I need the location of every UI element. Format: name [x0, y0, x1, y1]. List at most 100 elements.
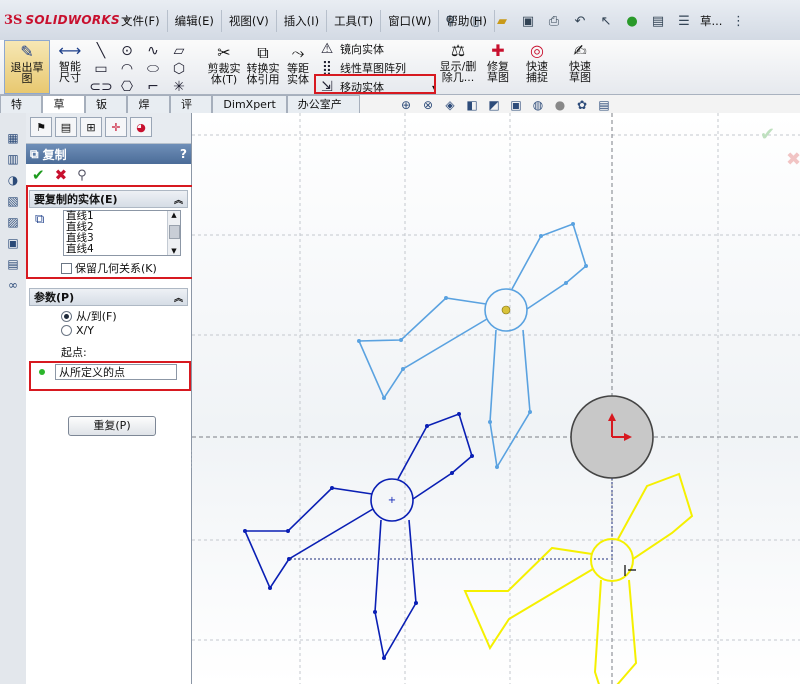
link-icon[interactable]: ∞	[4, 276, 22, 294]
sketch-icon[interactable]: ▦	[4, 129, 22, 147]
more-tools-icon[interactable]: ⋮	[728, 11, 748, 31]
fillet-icon[interactable]: ⌐	[144, 78, 162, 96]
polygon-hex-icon[interactable]: ⎔	[118, 78, 136, 96]
offset-entities-button[interactable]: ⤳ 等距实体	[283, 42, 313, 92]
mirror-entities-button[interactable]: ⚠ 镜向实体	[318, 40, 436, 58]
tab-dimxpert[interactable]: DimXpert	[212, 95, 287, 113]
exit-sketch-button[interactable]: ✎ 退出草图	[4, 40, 50, 94]
rebuild-traffic-light-icon[interactable]: ●	[622, 11, 642, 31]
feature-manager-tab-icon[interactable]: ⚑	[30, 117, 52, 137]
new-document-icon[interactable]: ▯	[466, 11, 486, 31]
sketch-overflow-label[interactable]: 草...	[700, 13, 722, 29]
tab-sketch[interactable]: 草图	[42, 95, 85, 126]
blade-lower	[489, 329, 531, 470]
display-delete-relations-button[interactable]: ⚖ 显示/删除几...	[438, 40, 478, 92]
xy-label: X/Y	[76, 324, 94, 337]
inference-lines	[290, 470, 613, 560]
file-properties-icon[interactable]: ▤	[648, 11, 668, 31]
copied-sketch-propeller[interactable]	[243, 412, 473, 661]
check-icon[interactable]: ✔	[32, 166, 45, 184]
polygon-icon[interactable]: ⬡	[170, 60, 188, 78]
rectangle-icon[interactable]: ▭	[92, 60, 110, 78]
relations-strip-icon[interactable]: ◑	[4, 171, 22, 189]
confirm-corner-close-icon[interactable]: ✖	[786, 149, 800, 170]
spline-icon[interactable]: ∿	[144, 42, 162, 60]
menu-bar: 文件(F) 编辑(E) 视图(V) 插入(I) 工具(T) 窗口(W) 帮助(H…	[114, 10, 496, 32]
original-sketch-propeller[interactable]	[357, 222, 587, 470]
select-arrow-icon[interactable]: ↖	[596, 11, 616, 31]
rapid-sketch-button[interactable]: ✍ 快速草图	[560, 40, 600, 92]
circle-icon[interactable]: ⊙	[118, 42, 136, 60]
selected-hub-point[interactable]	[501, 305, 511, 315]
tab-evaluate[interactable]: 评估	[169, 95, 213, 126]
line-icon[interactable]: ╲	[92, 42, 110, 60]
sketch-canvas[interactable]: + ✔ ✖	[192, 113, 800, 684]
sketch2-icon[interactable]: ▥	[4, 150, 22, 168]
save-strip-icon[interactable]: ▣	[4, 234, 22, 252]
help-icon[interactable]: ?	[180, 147, 187, 161]
pushpin-icon[interactable]: ⚲	[440, 11, 460, 31]
options-icon[interactable]: ☰	[674, 11, 694, 31]
menu-insert[interactable]: 插入(I)	[277, 10, 328, 32]
start-point-label: 起点:	[61, 346, 87, 359]
open-folder-icon[interactable]: ▰	[492, 11, 512, 31]
zoom-to-fit-icon[interactable]: ⊕	[398, 97, 414, 113]
menu-file[interactable]: 文件(F)	[114, 10, 168, 32]
collapse-icon[interactable]: ︽	[174, 291, 183, 304]
tab-sheet-metal[interactable]: 钣金	[84, 95, 128, 126]
tab-office-products[interactable]: 办公室产品	[286, 95, 360, 126]
convert-entities-button[interactable]: ⧉ 转换实体引用	[244, 42, 282, 92]
arc-icon[interactable]: ◠	[118, 60, 136, 78]
configuration-manager-tab-icon[interactable]: ⊞	[80, 117, 102, 137]
exit-sketch-icon: ✎	[20, 41, 34, 61]
plane-icon[interactable]: ▱	[170, 42, 188, 60]
slot-icon[interactable]: ⊂⊃	[89, 78, 112, 96]
menu-tools[interactable]: 工具(T)	[327, 10, 382, 32]
xy-option[interactable]: X/Y	[61, 324, 94, 337]
ellipse-icon[interactable]: ⬭	[144, 60, 162, 78]
from-to-option[interactable]: 从/到(F)	[61, 308, 117, 324]
library-icon[interactable]: ▤	[4, 255, 22, 273]
xy-radio[interactable]	[61, 325, 72, 336]
params-group-header[interactable]: 参数(P) ︽	[29, 288, 188, 306]
smart-dimension-button[interactable]: ⟷ 智能尺寸	[52, 40, 88, 92]
hide-show-items-icon[interactable]: ◍	[530, 97, 546, 113]
chart-icon[interactable]: ▨	[4, 213, 22, 231]
point-icon[interactable]: ✳	[170, 78, 188, 96]
confirm-corner-check-icon[interactable]: ✔	[760, 124, 775, 145]
entities-group-highlight	[26, 185, 194, 279]
repair-sketch-button[interactable]: ✚ 修复草图	[480, 40, 516, 92]
apply-scene-icon[interactable]: ✿	[574, 97, 590, 113]
repeat-button[interactable]: 重复(P)	[68, 416, 156, 436]
edit-appearance-icon[interactable]: ●	[552, 97, 568, 113]
copied-sketch-points	[243, 412, 474, 660]
tab-features[interactable]: 特征	[0, 95, 43, 126]
document-icon[interactable]: ▧	[4, 192, 22, 210]
menu-view[interactable]: 视图(V)	[222, 10, 277, 32]
display-manager-tab-icon[interactable]: ◕	[130, 117, 152, 137]
graphics-area[interactable]: + ✔ ✖	[192, 113, 800, 684]
repair-sketch-label: 修复草图	[487, 60, 509, 84]
hub-center-mark: +	[388, 495, 396, 506]
save-icon[interactable]: ▣	[518, 11, 538, 31]
zoom-to-area-icon[interactable]: ⊗	[420, 97, 436, 113]
manager-tabs: ⚑ ▤ ⊞ ✛ ◕	[26, 113, 191, 144]
menu-window[interactable]: 窗口(W)	[381, 10, 440, 32]
section-view-icon[interactable]: ◧	[464, 97, 480, 113]
quick-snaps-button[interactable]: ◎ 快速捕捉	[518, 40, 556, 92]
previous-view-icon[interactable]: ◈	[442, 97, 458, 113]
menu-edit[interactable]: 编辑(E)	[168, 10, 222, 32]
solidworks-logo[interactable]: 3S SOLIDWORKS ▸	[0, 6, 130, 34]
view-orientation-icon[interactable]: ◩	[486, 97, 502, 113]
undo-icon[interactable]: ↶	[570, 11, 590, 31]
view-settings-icon[interactable]: ▤	[596, 97, 612, 113]
close-icon[interactable]: ✖	[55, 166, 68, 184]
dimxpert-manager-tab-icon[interactable]: ✛	[105, 117, 127, 137]
from-to-radio[interactable]	[61, 310, 72, 322]
pushpin-icon[interactable]: ⚲	[77, 168, 87, 183]
tab-weldments[interactable]: 焊件	[127, 95, 170, 126]
print-icon[interactable]: ⎙	[544, 11, 564, 31]
display-style-icon[interactable]: ▣	[508, 97, 524, 113]
property-manager-tab-icon[interactable]: ▤	[55, 117, 77, 137]
trim-entities-button[interactable]: ✂ 剪裁实体(T)	[205, 42, 243, 92]
